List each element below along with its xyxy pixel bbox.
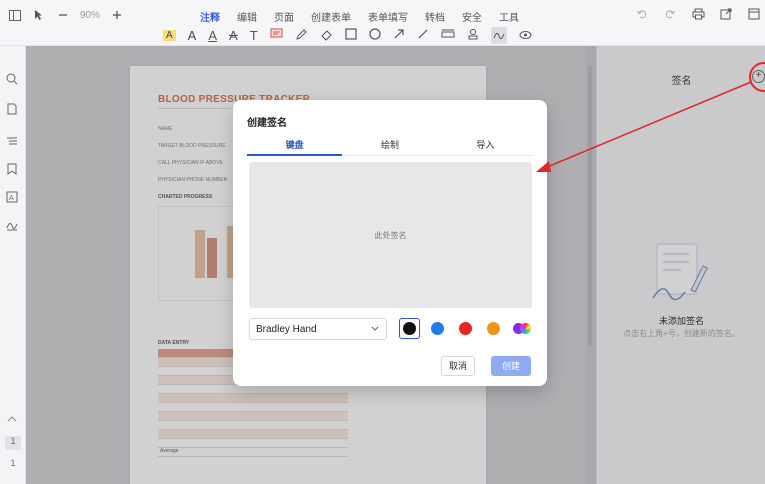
pen-icon[interactable] [295, 28, 308, 44]
swatch-dot [459, 322, 472, 335]
dialog-title: 创建签名 [247, 118, 287, 129]
line-icon[interactable] [417, 28, 429, 43]
thumbnail-icon[interactable] [6, 102, 20, 116]
color-swatch-custom[interactable] [511, 318, 532, 339]
underline-text-icon[interactable]: A [208, 28, 217, 43]
bookmark-icon[interactable] [6, 162, 20, 176]
arrow-icon[interactable] [393, 28, 405, 43]
font-select-value: Bradley Hand [256, 324, 317, 335]
create-signature-dialog: 创建签名 键盘 绘制 导入 此处签名 Bradley Hand 取消 创建 [233, 100, 547, 386]
zoom-out-icon[interactable] [56, 8, 70, 22]
toolbar-left-group: 90% [8, 8, 124, 22]
annotation-tools: A A A A T [163, 27, 532, 44]
stamp-icon[interactable] [467, 28, 479, 44]
text-box-icon[interactable]: T [250, 28, 258, 43]
signature-placeholder: 此处签名 [374, 231, 407, 240]
cancel-button[interactable]: 取消 [441, 356, 475, 376]
strikethrough-text-icon[interactable]: A [229, 28, 238, 43]
swatch-dot [487, 322, 500, 335]
eraser-icon[interactable] [320, 28, 333, 44]
tab-security[interactable]: 安全 [462, 9, 482, 24]
tab-convert[interactable]: 转档 [425, 9, 445, 24]
tab-tools[interactable]: 工具 [499, 9, 519, 24]
main-tabs: 注释 编辑 页面 创建表单 表单填写 转档 安全 工具 [200, 9, 519, 24]
annotation-list-icon[interactable]: A [6, 190, 20, 204]
note-icon[interactable] [270, 28, 283, 43]
left-rail: A 1 1 [0, 46, 26, 484]
page-number-current[interactable]: 1 [5, 436, 21, 450]
color-wheel-icon [519, 323, 531, 334]
tab-edit[interactable]: 编辑 [237, 9, 257, 24]
color-swatch-black[interactable] [399, 318, 420, 339]
measure-icon[interactable] [441, 28, 455, 43]
select-cursor-icon[interactable] [32, 8, 46, 22]
tab-keyboard[interactable]: 键盘 [247, 138, 343, 156]
search-icon[interactable] [6, 72, 20, 86]
layout-icon[interactable] [747, 7, 761, 21]
tab-page[interactable]: 页面 [274, 9, 294, 24]
sidebar-toggle-icon[interactable] [8, 8, 22, 22]
color-picker [399, 318, 532, 339]
tab-draw[interactable]: 绘制 [342, 138, 437, 155]
svg-text:A: A [9, 195, 14, 202]
top-toolbar: 90% 注释 编辑 页面 创建表单 表单填写 转档 安全 工具 A A A A … [0, 0, 765, 46]
outline-icon[interactable] [6, 134, 20, 148]
dialog-tabs: 键盘 绘制 导入 [247, 138, 533, 156]
undo-icon[interactable] [635, 7, 649, 21]
collapse-up-icon[interactable] [6, 412, 20, 426]
swatch-dot [403, 322, 416, 335]
zoom-level[interactable]: 90% [80, 10, 100, 21]
swatch-dot [431, 322, 444, 335]
color-swatch-orange[interactable] [483, 318, 504, 339]
toolbar-right-group [635, 7, 761, 21]
tab-fill-form[interactable]: 表单填写 [368, 9, 408, 24]
create-button[interactable]: 创建 [491, 356, 531, 376]
color-swatch-red[interactable] [455, 318, 476, 339]
rectangle-icon[interactable] [345, 28, 357, 43]
signature-input-area[interactable]: 此处签名 [249, 162, 532, 308]
tab-import[interactable]: 导入 [438, 138, 533, 155]
font-select[interactable]: Bradley Hand [249, 318, 387, 340]
print-icon[interactable] [691, 7, 705, 21]
tab-annotate[interactable]: 注释 [200, 9, 220, 24]
circle-icon[interactable] [369, 28, 381, 43]
redo-icon[interactable] [663, 7, 677, 21]
chevron-down-icon [371, 325, 379, 334]
page-number-total: 1 [10, 458, 16, 468]
signature-icon[interactable] [490, 27, 507, 44]
share-icon[interactable] [719, 7, 733, 21]
highlight-text-icon[interactable]: A [163, 30, 176, 41]
signature-list-icon[interactable] [6, 218, 20, 232]
tab-create-form[interactable]: 创建表单 [311, 9, 351, 24]
color-swatch-blue[interactable] [427, 318, 448, 339]
zoom-in-icon[interactable] [110, 8, 124, 22]
eye-icon[interactable] [519, 28, 532, 43]
text-color-icon[interactable]: A [188, 28, 197, 43]
